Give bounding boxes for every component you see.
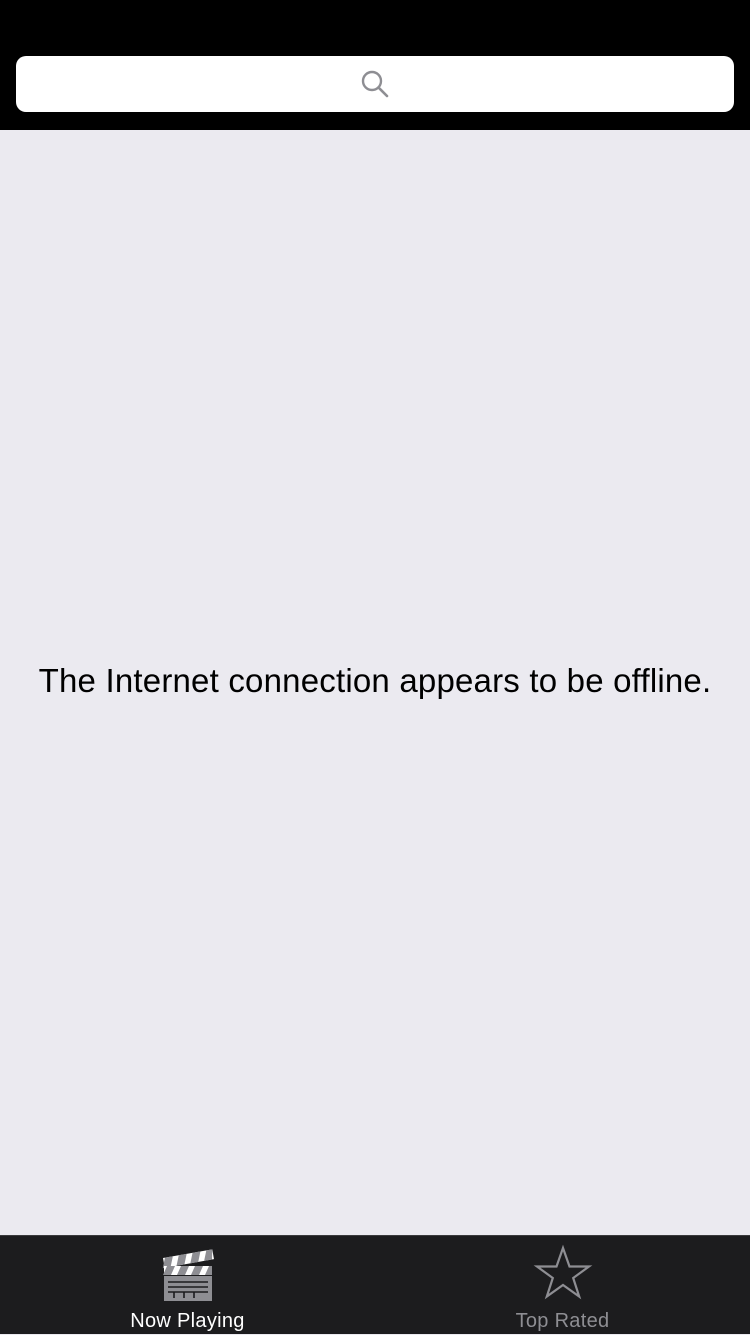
offline-error-message: The Internet connection appears to be of…	[38, 662, 712, 699]
tab-label-top-rated: Top Rated	[515, 1310, 610, 1332]
main-content: The Internet connection appears to be of…	[0, 130, 750, 1235]
search-bar[interactable]	[16, 56, 734, 112]
star-icon	[533, 1244, 592, 1300]
clapperboard-icon	[162, 1249, 214, 1301]
tab-label-now-playing: Now Playing	[130, 1310, 245, 1332]
navigation-bar	[0, 0, 750, 130]
tab-bar: Now Playing Top Rated	[0, 1235, 750, 1334]
search-input[interactable]	[16, 56, 734, 112]
tab-top-rated[interactable]: Top Rated	[375, 1236, 750, 1335]
tab-now-playing[interactable]: Now Playing	[0, 1236, 375, 1335]
